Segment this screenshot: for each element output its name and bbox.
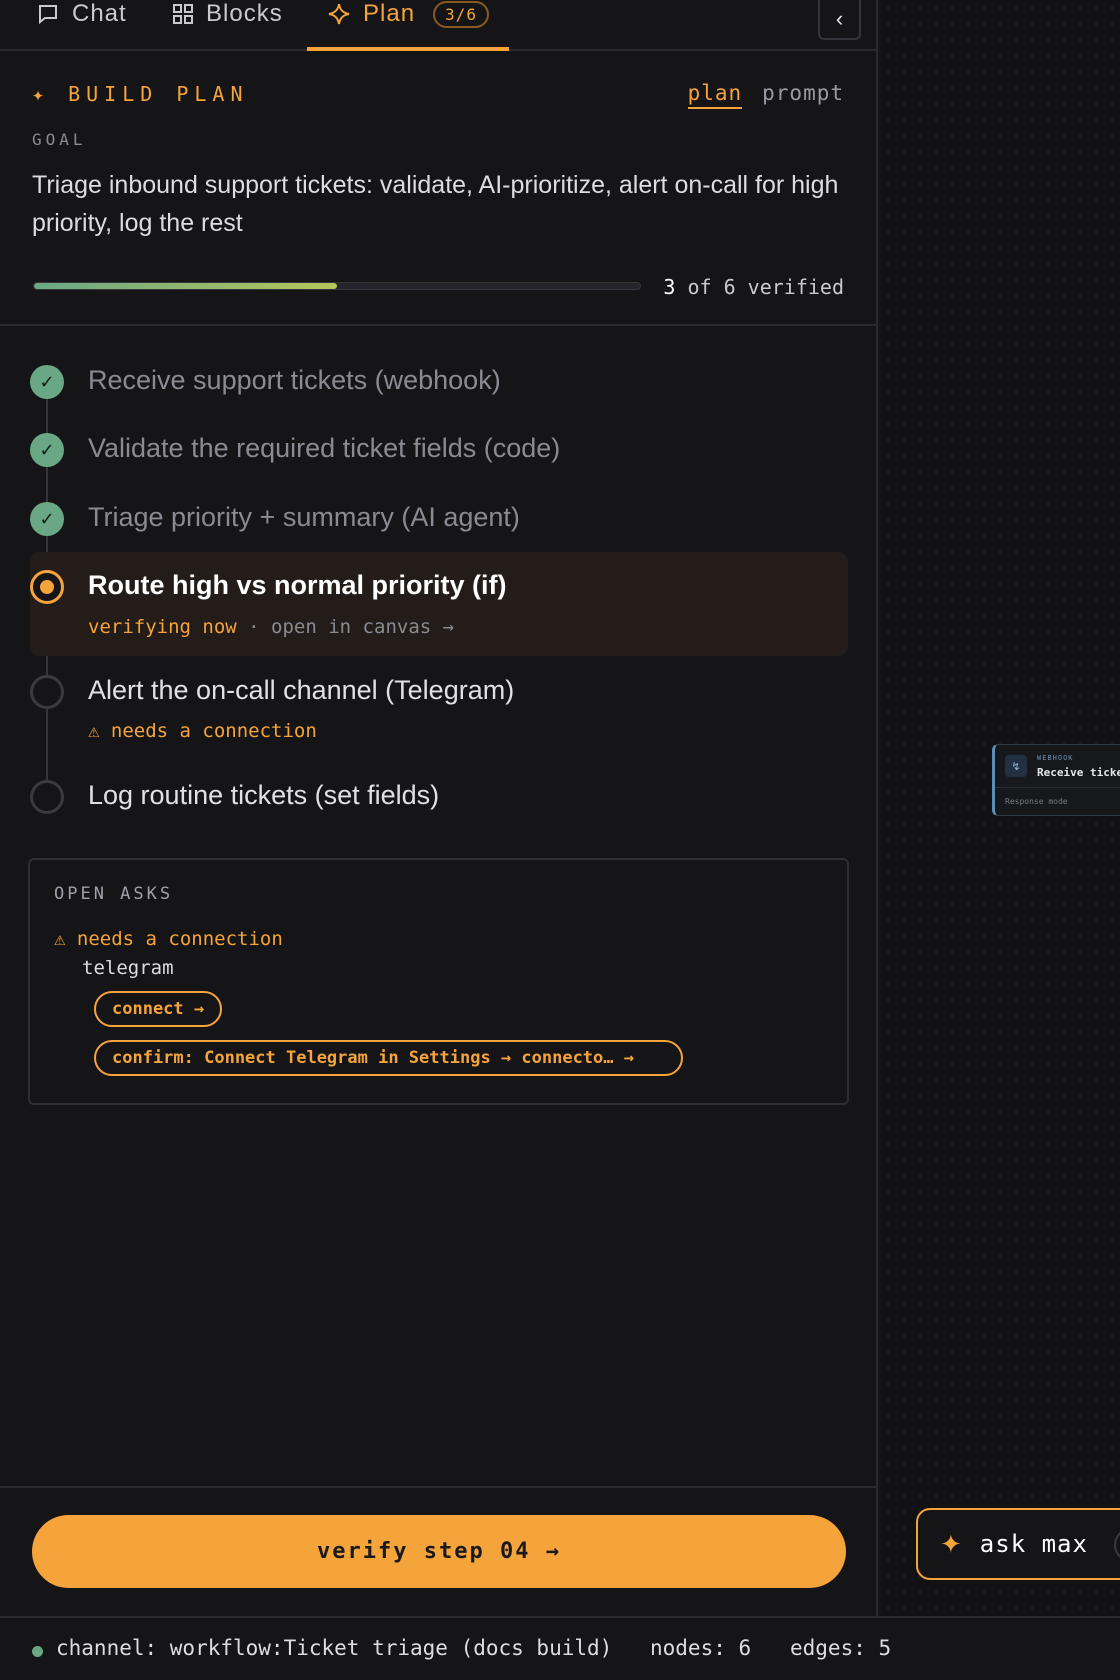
- view-toggle: plan prompt: [687, 81, 844, 109]
- node-divider: [995, 787, 1120, 788]
- verify-step-button[interactable]: verify step 04 →: [32, 1515, 846, 1588]
- connect-button[interactable]: connect →: [94, 991, 223, 1027]
- open-asks-title: OPEN ASKS: [54, 884, 174, 904]
- step-title: Validate the required ticket fields (cod…: [88, 433, 561, 463]
- active-step-highlight: [30, 552, 848, 656]
- canvas-node-webhook[interactable]: ↯ WEBHOOK Receive tickets Response mode: [992, 744, 1120, 816]
- progress-suffix: of 6 verified: [687, 275, 844, 299]
- progress-bar-fill: [34, 283, 337, 289]
- progress-bar: [33, 282, 641, 290]
- step-title: Triage priority + summary (AI agent): [88, 502, 520, 532]
- node-field: Response mode: [1005, 797, 1068, 806]
- tab-plan[interactable]: Plan 3/6: [307, 0, 509, 51]
- chat-bubble-icon: [39, 5, 57, 25]
- build-plan-heading: ✦ BUILD PLAN: [32, 82, 249, 106]
- build-plan-panel: Chat Blocks Plan 3/6 ‹ ✦ BUILD PLAN plan…: [0, 0, 878, 1616]
- node-title: Receive tickets: [1037, 766, 1120, 779]
- tab-chat[interactable]: Chat: [36, 0, 127, 49]
- sparkle-icon: ✦: [940, 1528, 962, 1559]
- check-icon: ✓: [30, 502, 64, 536]
- webhook-icon: ↯: [1005, 755, 1027, 777]
- ask-max-button[interactable]: ✦ ask max: [916, 1508, 1120, 1580]
- node-kind: WEBHOOK: [1037, 754, 1074, 762]
- status-edges: edges: 5: [790, 1636, 892, 1660]
- step-title: Log routine tickets (set fields): [88, 780, 440, 810]
- open-asks-service: telegram: [82, 957, 174, 979]
- tab-plan-label: Plan: [363, 0, 416, 27]
- sparkle-icon: [328, 3, 350, 25]
- check-icon: ✓: [30, 433, 64, 467]
- open-in-canvas-link[interactable]: · open in canvas →: [248, 616, 454, 638]
- status-bar: channel: workflow:Ticket triage (docs bu…: [0, 1616, 1120, 1680]
- ask-max-submit-icon[interactable]: [1114, 1528, 1120, 1562]
- step-title: Receive support tickets (webhook): [88, 365, 501, 395]
- tab-blocks-label: Blocks: [206, 0, 283, 27]
- goal-text: Triage inbound support tickets: validate…: [32, 171, 839, 237]
- check-icon: ✓: [30, 365, 64, 399]
- step-title: Alert the on-call channel (Telegram): [88, 675, 515, 705]
- grid-icon: [173, 4, 193, 24]
- status-channel: channel: workflow:Ticket triage (docs bu…: [56, 1636, 613, 1660]
- toggle-plan[interactable]: plan: [687, 81, 743, 109]
- ask-max-label: ask max: [979, 1530, 1088, 1558]
- progress-count: 3: [663, 275, 676, 299]
- divider: [0, 1486, 878, 1488]
- confirm-button[interactable]: confirm: Connect Telegram in Settings → …: [94, 1040, 683, 1076]
- goal-label: GOAL: [32, 130, 87, 149]
- toggle-prompt[interactable]: prompt: [762, 81, 844, 109]
- active-step-icon: [30, 570, 64, 604]
- pending-step-icon: [30, 675, 64, 709]
- tab-bar: Chat Blocks Plan 3/6 ‹: [0, 0, 878, 51]
- tab-blocks[interactable]: Blocks: [172, 0, 283, 49]
- open-asks-warning: ⚠ needs a connection: [54, 928, 283, 950]
- chevron-left-icon: ‹: [835, 6, 844, 31]
- step-status: verifying now · open in canvas →: [88, 616, 454, 638]
- divider: [0, 324, 878, 326]
- plan-progress-badge: 3/6: [433, 0, 489, 28]
- open-asks-card: OPEN ASKS ⚠ needs a connection telegram …: [28, 858, 849, 1105]
- step-title: Route high vs normal priority (if): [88, 570, 507, 600]
- connection-status-dot: [32, 1646, 43, 1657]
- progress-label: 3 of 6 verified: [663, 275, 844, 299]
- collapse-panel-button[interactable]: ‹: [818, 0, 861, 40]
- tab-chat-label: Chat: [72, 0, 127, 27]
- pending-step-icon: [30, 780, 64, 814]
- status-nodes: nodes: 6: [650, 1636, 752, 1660]
- verifying-status: verifying now: [88, 616, 237, 638]
- step-warning: ⚠ needs a connection: [88, 720, 317, 742]
